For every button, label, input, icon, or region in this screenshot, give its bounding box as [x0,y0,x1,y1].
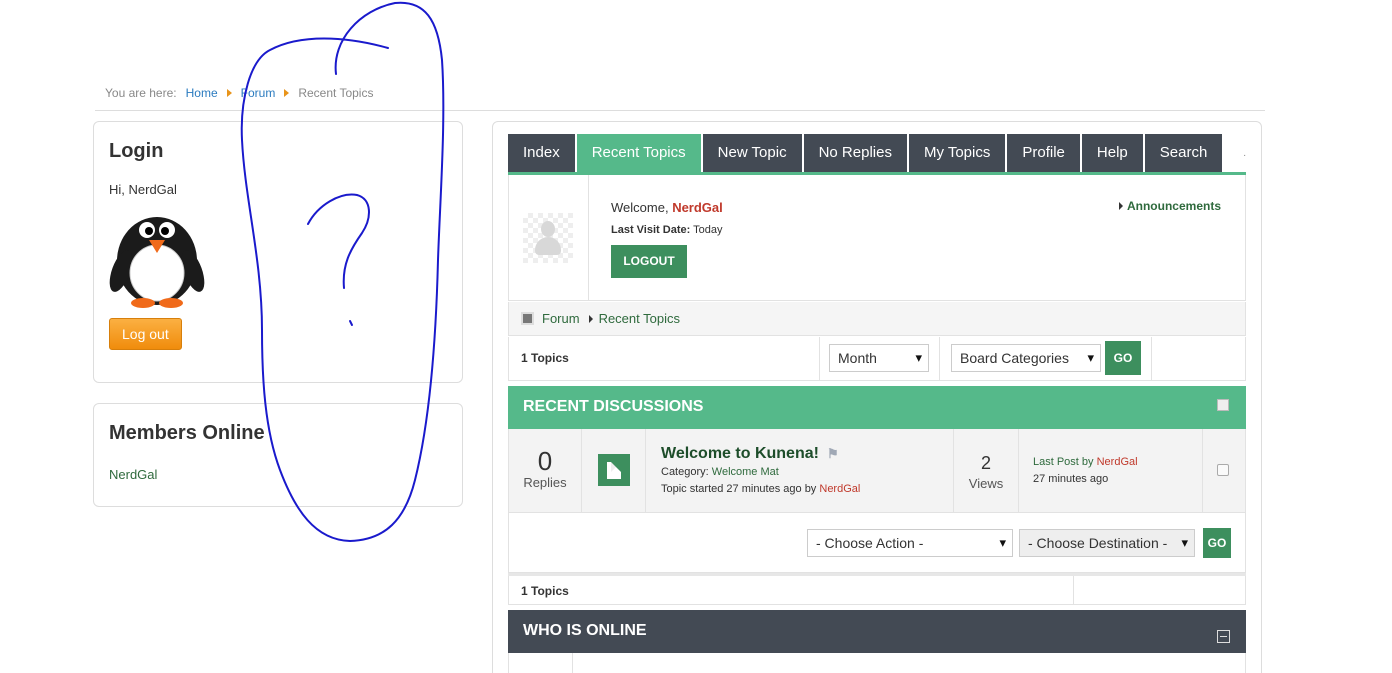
breadcrumb-current: Recent Topics [298,86,374,100]
profile-box: Welcome, NerdGal Last Visit Date: Today … [508,175,1246,301]
breadcrumb-forum-link[interactable]: Forum [241,86,276,100]
topic-title-link[interactable]: Welcome to Kunena! [661,445,819,462]
topic-started: Topic started 27 minutes ago by NerdGal [661,483,860,495]
breadcrumb: You are here: Home Forum Recent Topics [105,86,373,100]
last-visit-value: Today [693,224,723,236]
filter-bar: 1 Topics Month Board Categories GO [508,337,1246,381]
footer-topic-count: 1 Topics [521,584,569,598]
divider [645,429,646,512]
avatar-cell [509,175,589,300]
who-is-online-header: WHO IS ONLINE [508,610,1246,653]
breadcrumb-arrow-icon [226,89,232,97]
last-post-user-link[interactable]: NerdGal [1097,456,1138,468]
caret-right-icon [588,314,593,323]
top-divider [95,110,1265,111]
divider [581,429,582,512]
tab-new-topic[interactable]: New Topic [702,134,802,172]
welcome-label: Welcome, [611,200,669,215]
divider [939,337,940,380]
forum-tab-bar: Index Recent Topics New Topic No Replies… [508,134,1223,172]
action-go-button[interactable]: GO [1203,528,1231,558]
last-post-time: 27 minutes ago [1033,473,1109,485]
profile-logout-button[interactable]: LOGOUT [611,245,687,278]
tab-profile[interactable]: Profile [1007,134,1080,172]
forum-crumb-recent[interactable]: Recent Topics [599,311,680,326]
collapse-icon[interactable] [1217,630,1230,643]
welcome-text: Welcome, NerdGal [611,200,723,215]
views-count: 2 [980,453,991,473]
choose-action-select[interactable]: - Choose Action - [807,529,1013,557]
filter-go-button[interactable]: GO [1105,341,1141,375]
time-filter-select[interactable]: Month [829,344,929,372]
topic-category: Category: Welcome Mat [661,466,779,478]
topic-count: 1 Topics [521,351,569,365]
replies-label: Replies [523,475,567,490]
topic-starter-link[interactable]: NerdGal [819,483,860,495]
divider [1151,337,1152,380]
login-title: Login [109,140,164,162]
category-select[interactable]: Board Categories [951,344,1101,372]
topic-page-icon [598,454,630,486]
breadcrumb-prefix: You are here: [105,86,177,100]
avatar-placeholder-icon[interactable] [523,213,573,263]
divider [1018,429,1019,512]
last-post: Last Post by NerdGal 27 minutes ago [1033,454,1138,488]
last-visit-label: Last Visit Date: [611,224,691,236]
last-post-label: Last Post by [1033,456,1094,468]
welcome-username-link[interactable]: NerdGal [672,200,723,215]
penguin-avatar [109,217,205,308]
tab-help[interactable]: Help [1081,134,1143,172]
announcements-link[interactable]: Announcements [1118,199,1221,213]
replies-count: 0 [537,446,553,476]
forum-home-icon [521,312,534,325]
tab-recent-topics[interactable]: Recent Topics [576,134,701,172]
tab-index[interactable]: Index [508,134,575,172]
member-link[interactable]: NerdGal [109,467,447,482]
announcements-label: Announcements [1126,199,1221,213]
topic-category-label: Category: [661,466,709,478]
forum-breadcrumb-bar: Forum Recent Topics [508,302,1246,336]
last-visit: Last Visit Date: Today [611,224,723,236]
divider [819,337,820,380]
login-greeting: Hi, NerdGal [109,182,177,197]
tab-search[interactable]: Search [1144,134,1223,172]
caret-right-icon [1118,202,1123,210]
divider [572,653,573,673]
breadcrumb-home-link[interactable]: Home [186,86,218,100]
table-row: 0 Replies Welcome to Kunena! ⚑ Category: … [508,429,1246,513]
divider [1202,429,1203,512]
recent-discussions-header: RECENT DISCUSSIONS [508,386,1246,429]
tab-no-replies[interactable]: No Replies [803,134,907,172]
topic-title: Welcome to Kunena! ⚑ [661,445,839,463]
tab-my-topics[interactable]: My Topics [908,134,1006,172]
members-online-module: Members Online NerdGal [93,403,463,507]
breadcrumb-arrow-icon [284,89,290,97]
select-all-checkbox[interactable] [1217,399,1229,411]
moderation-bar: - Choose Action - - Choose Destination -… [508,513,1246,573]
logout-button[interactable]: Log out [109,318,182,350]
footer-count-bar: 1 Topics [508,576,1246,605]
login-module: Login Hi, NerdGal Log out [93,121,463,383]
recent-discussions-title: RECENT DISCUSSIONS [523,398,704,415]
who-is-online-title: WHO IS ONLINE [523,622,647,639]
tab-bar-dot: · [1243,150,1247,161]
forum-crumb-forum[interactable]: Forum [542,311,580,326]
topic-category-link[interactable]: Welcome Mat [712,466,779,478]
views-label: Views [968,476,1004,491]
choose-destination-select[interactable]: - Choose Destination - [1019,529,1195,557]
topic-checkbox[interactable] [1217,464,1229,476]
members-online-title: Members Online [109,422,265,444]
who-is-online-body [508,653,1246,673]
divider [1073,576,1074,604]
flag-icon: ⚑ [826,446,839,461]
topic-started-text: Topic started 27 minutes ago by [661,483,817,495]
